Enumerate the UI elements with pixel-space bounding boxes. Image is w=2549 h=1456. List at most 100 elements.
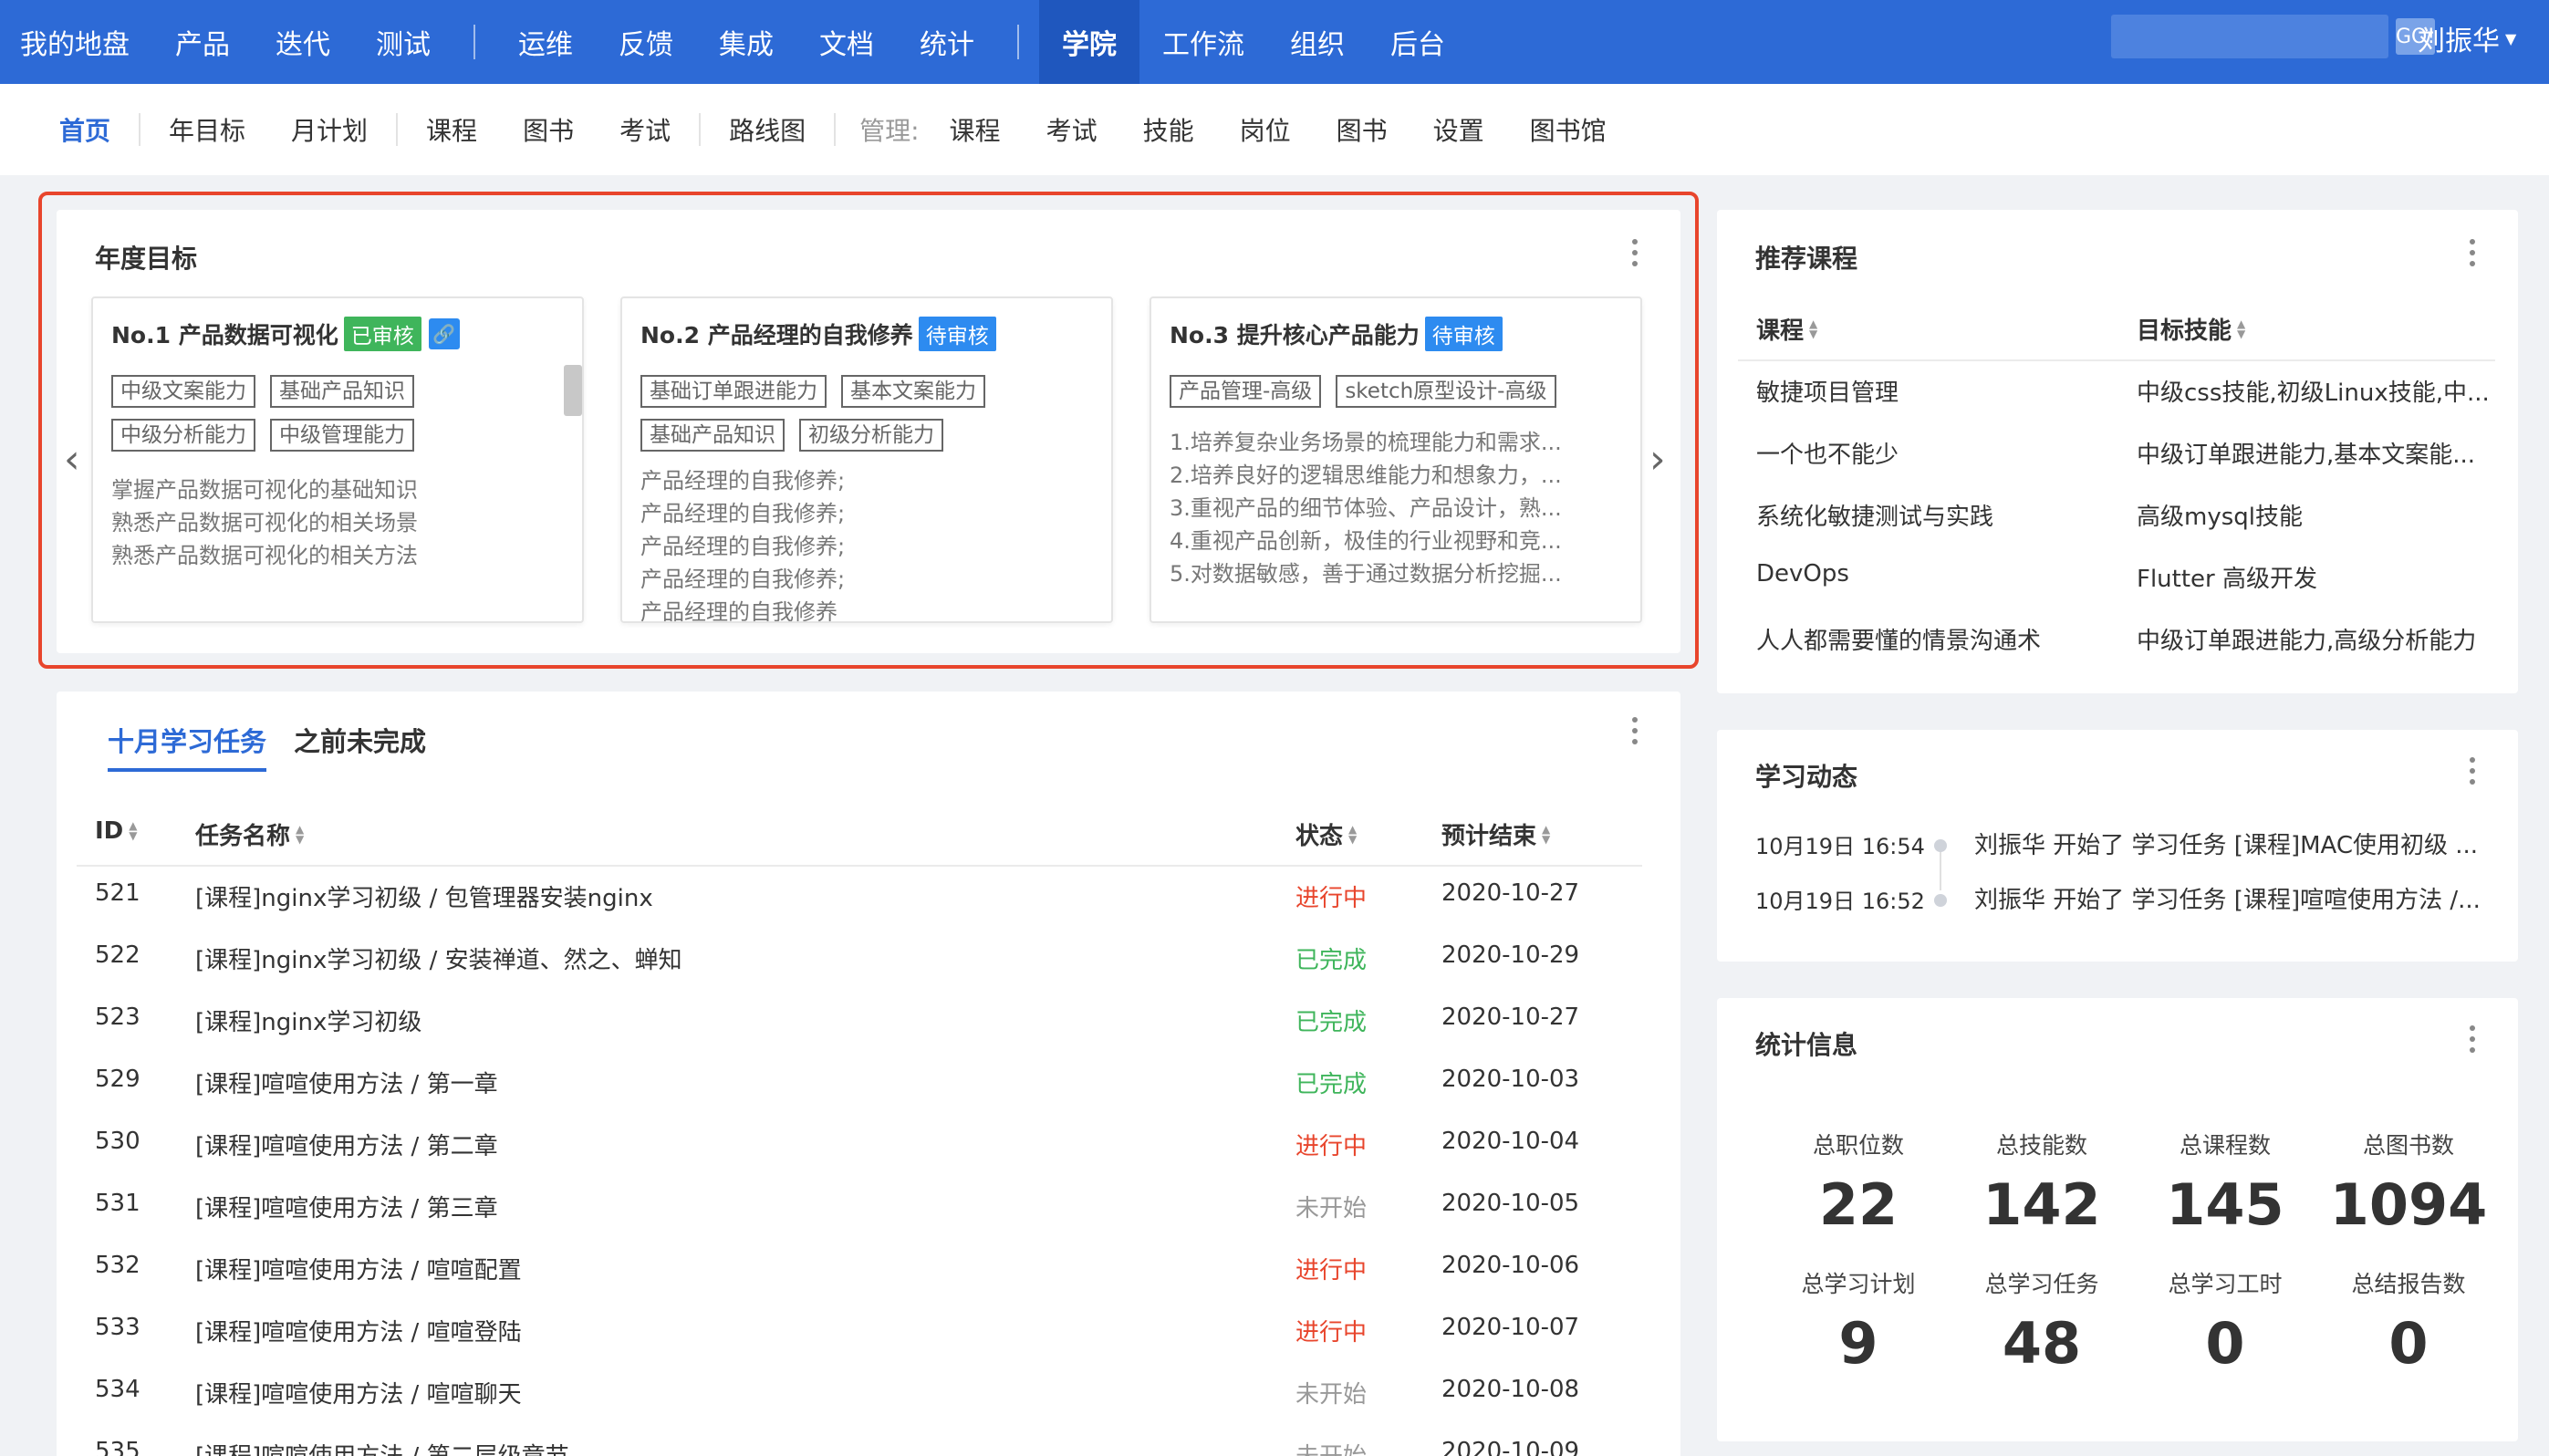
sort-icon: ▲ ▼ — [1542, 822, 1551, 846]
subnav-books[interactable]: 图书 — [500, 111, 597, 148]
goal-card-1[interactable]: No.1 产品数据可视化 已审核 🔗 中级文案能力 基础产品知识 中级分析能力 … — [91, 296, 584, 623]
stat-label: 总结报告数 — [2351, 1271, 2466, 1297]
skill-tag: 中级文案能力 — [111, 375, 255, 408]
subnav-admin-library[interactable]: 图书馆 — [1507, 111, 1629, 148]
task-id: 523 — [95, 1004, 140, 1031]
table-row[interactable]: 522 [课程]nginx学习初级 / 安装禅道、然之、蝉知 已完成 2020-10-… — [77, 929, 1642, 991]
more-icon[interactable] — [2469, 1025, 2476, 1053]
goal-scrollbar[interactable] — [564, 365, 582, 416]
table-row[interactable]: 523 [课程]nginx学习初级 已完成 2020-10-27 — [77, 991, 1642, 1053]
subnav-home[interactable]: 首页 — [36, 111, 133, 148]
nav-my-dashboard[interactable]: 我的地盘 — [0, 0, 152, 84]
task-name[interactable]: [课程]喧喧使用方法 / 第二层级章节 — [195, 1438, 569, 1456]
task-name[interactable]: [课程]喧喧使用方法 / 第三章 — [195, 1190, 498, 1223]
nav-organization[interactable]: 组织 — [1267, 0, 1368, 84]
more-icon[interactable] — [2469, 239, 2476, 266]
th-id-label: ID — [95, 817, 124, 845]
goal-desc-line: 熟悉产品数据可视化的相关场景 — [111, 510, 418, 536]
subnav-divider — [699, 113, 702, 146]
nav-divider — [473, 25, 475, 59]
nav-ops[interactable]: 运维 — [495, 0, 596, 84]
task-id: 535 — [95, 1438, 140, 1456]
task-id: 532 — [95, 1252, 140, 1279]
task-end-date: 2020-10-06 — [1441, 1252, 1580, 1279]
goal-desc-line: 5.对数据敏感，善于通过数据分析挖掘... — [1170, 561, 1562, 587]
subnav-admin-skills[interactable]: 技能 — [1120, 111, 1217, 148]
th-target-skill[interactable]: 目标技能 ▲ ▼ — [2137, 312, 2245, 346]
subnav-admin-exams[interactable]: 考试 — [1024, 111, 1120, 148]
task-name[interactable]: [课程]喧喧使用方法 / 第一章 — [195, 1066, 498, 1099]
subnav-admin-books[interactable]: 图书 — [1314, 111, 1410, 148]
goal-desc-line: 2.培养良好的逻辑思维能力和想象力，... — [1170, 463, 1562, 488]
table-row[interactable]: 535 [课程]喧喧使用方法 / 第二层级章节 未开始 2020-10-09 — [77, 1425, 1642, 1456]
th-course-label: 课程 — [1756, 317, 1805, 345]
sort-icon: ▲ ▼ — [296, 822, 305, 846]
course-name[interactable]: 人人都需要懂的情景沟通术 — [1756, 622, 2121, 656]
nav-product[interactable]: 产品 — [152, 0, 253, 84]
table-row[interactable]: 系统化敏捷测试与实践 高级mysql技能 — [1738, 485, 2495, 547]
subnav-exams[interactable]: 考试 — [597, 111, 693, 148]
more-icon[interactable] — [1631, 717, 1639, 744]
table-row[interactable]: 敏捷项目管理 中级css技能,初级Linux技能,中... — [1738, 361, 2495, 423]
th-status[interactable]: 状态 ▲ ▼ — [1295, 817, 1357, 851]
nav-test[interactable]: 测试 — [353, 0, 453, 84]
subnav-monthly-plan[interactable]: 月计划 — [268, 111, 390, 148]
nav-workflow[interactable]: 工作流 — [1139, 0, 1267, 84]
task-name[interactable]: [课程]喧喧使用方法 / 喧喧配置 — [195, 1252, 522, 1285]
subnav-roadmap[interactable]: 路线图 — [706, 111, 828, 148]
nav-iteration[interactable]: 迭代 — [253, 0, 353, 84]
nav-stats[interactable]: 统计 — [897, 0, 997, 84]
activity-time: 10月19日 16:52 — [1755, 889, 1925, 914]
chevron-right-icon[interactable]: › — [1649, 436, 1666, 483]
sub-nav: 首页 年目标 月计划 课程 图书 考试 路线图 管理: 课程 考试 技能 岗位 … — [0, 84, 2549, 175]
th-course[interactable]: 课程 ▲ ▼ — [1756, 312, 1817, 346]
th-task-name[interactable]: 任务名称 ▲ ▼ — [195, 817, 304, 851]
task-name[interactable]: [课程]喧喧使用方法 / 喧喧登陆 — [195, 1314, 522, 1347]
table-row[interactable]: 531 [课程]喧喧使用方法 / 第三章 未开始 2020-10-05 — [77, 1177, 1642, 1239]
more-icon[interactable] — [1631, 239, 1639, 266]
table-row[interactable]: 人人都需要懂的情景沟通术 中级订单跟进能力,高级分析能力 — [1738, 609, 2495, 671]
th-end-date[interactable]: 预计结束 ▲ ▼ — [1441, 817, 1550, 851]
more-icon[interactable] — [2469, 757, 2476, 785]
subnav-courses[interactable]: 课程 — [403, 111, 500, 148]
link-icon[interactable]: 🔗 — [428, 318, 460, 349]
table-row[interactable]: 521 [课程]nginx学习初级 / 包管理器安装nginx 进行中 2020-10… — [77, 867, 1642, 929]
nav-academy[interactable]: 学院 — [1039, 0, 1139, 84]
table-row[interactable]: DevOps Flutter 高级开发 — [1738, 547, 2495, 609]
target-skill: 高级mysql技能 — [2137, 504, 2303, 531]
subnav-admin-settings[interactable]: 设置 — [1410, 111, 1507, 148]
table-row[interactable]: 534 [课程]喧喧使用方法 / 喧喧聊天 未开始 2020-10-08 — [77, 1363, 1642, 1425]
task-name[interactable]: [课程]nginx学习初级 — [195, 1004, 421, 1037]
nav-docs[interactable]: 文档 — [796, 0, 897, 84]
task-name[interactable]: [课程]喧喧使用方法 / 喧喧聊天 — [195, 1376, 522, 1409]
goal-card-2[interactable]: No.2 产品经理的自我修养 待审核 基础订单跟进能力 基本文案能力 基础产品知… — [620, 296, 1113, 623]
tab-october-tasks[interactable]: 十月学习任务 — [108, 721, 267, 772]
table-row[interactable]: 533 [课程]喧喧使用方法 / 喧喧登陆 进行中 2020-10-07 — [77, 1301, 1642, 1363]
task-name[interactable]: [课程]喧喧使用方法 / 第二章 — [195, 1128, 498, 1161]
table-row[interactable]: 530 [课程]喧喧使用方法 / 第二章 进行中 2020-10-04 — [77, 1115, 1642, 1177]
nav-feedback[interactable]: 反馈 — [596, 0, 696, 84]
user-menu[interactable]: 刘振华 ▼ — [2418, 0, 2516, 77]
nav-admin[interactable]: 后台 — [1368, 0, 1468, 84]
course-name[interactable]: 系统化敏捷测试与实践 — [1756, 498, 2121, 532]
subnav-admin-courses[interactable]: 课程 — [927, 111, 1024, 148]
table-row[interactable]: 532 [课程]喧喧使用方法 / 喧喧配置 进行中 2020-10-06 — [77, 1239, 1642, 1301]
stat-label: 总学习计划 — [1801, 1271, 1916, 1297]
table-row[interactable]: 529 [课程]喧喧使用方法 / 第一章 已完成 2020-10-03 — [77, 1053, 1642, 1115]
chevron-left-icon[interactable]: ‹ — [64, 436, 80, 483]
course-name[interactable]: DevOps — [1756, 560, 2121, 588]
nav-integration[interactable]: 集成 — [696, 0, 796, 84]
course-name[interactable]: 一个也不能少 — [1756, 436, 2121, 470]
subnav-annual-goals[interactable]: 年目标 — [146, 111, 268, 148]
course-name[interactable]: 敏捷项目管理 — [1756, 374, 2121, 408]
subnav-admin-positions[interactable]: 岗位 — [1217, 111, 1314, 148]
activity-text: 刘振华 开始了 学习任务 [课程]喧喧使用方法 /... — [1974, 887, 2481, 914]
table-row[interactable]: 一个也不能少 中级订单跟进能力,基本文案能... — [1738, 423, 2495, 485]
search-input[interactable] — [2111, 15, 2396, 58]
th-id[interactable]: ID ▲ ▼ — [95, 817, 138, 845]
task-name[interactable]: [课程]nginx学习初级 / 安装禅道、然之、蝉知 — [195, 941, 682, 975]
goal-card-3[interactable]: No.3 提升核心产品能力 待审核 产品管理-高级 sketch原型设计-高级 … — [1150, 296, 1642, 623]
tab-incomplete-before[interactable]: 之前未完成 — [294, 721, 426, 772]
task-name[interactable]: [课程]nginx学习初级 / 包管理器安装nginx — [195, 879, 653, 913]
skill-tag: 中级分析能力 — [111, 419, 255, 452]
